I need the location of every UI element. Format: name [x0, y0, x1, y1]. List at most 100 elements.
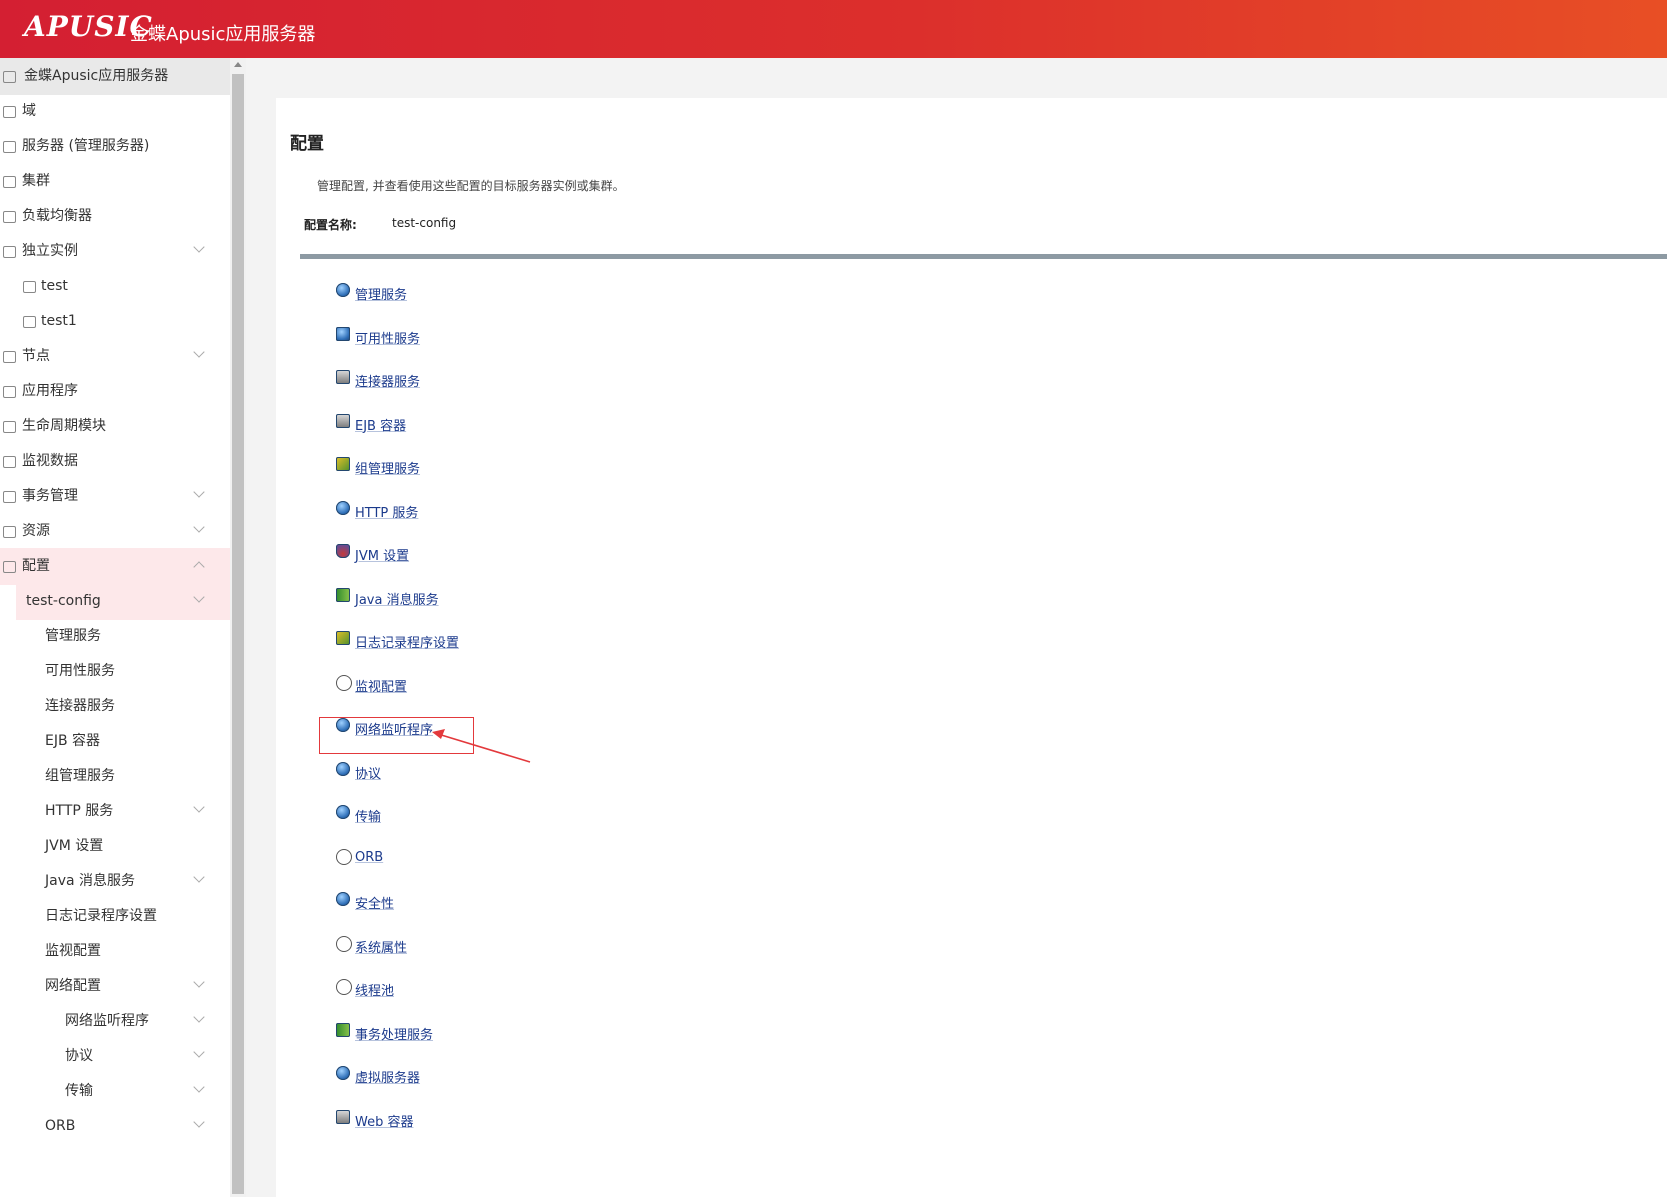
chevron-down-icon[interactable]	[193, 1011, 205, 1023]
sidebar-item[interactable]: 监视数据	[0, 443, 230, 480]
sidebar-item[interactable]: 服务器 (管理服务器)	[0, 128, 230, 165]
config-link-label[interactable]: HTTP 服务	[355, 502, 418, 521]
chevron-down-icon[interactable]	[193, 976, 205, 988]
sidebar-item-label: test-config	[26, 593, 101, 609]
sidebar-scrollbar[interactable]	[230, 58, 246, 1197]
sidebar-item-label: 传输	[65, 1083, 93, 1099]
sidebar-item[interactable]: test1	[0, 303, 230, 340]
sidebar-item-label: HTTP 服务	[45, 803, 114, 819]
server-icon	[3, 71, 16, 83]
chevron-up-icon[interactable]	[193, 561, 205, 573]
sidebar-item[interactable]: ORB	[0, 1108, 230, 1145]
sidebar-item[interactable]: test	[0, 268, 230, 305]
properties-icon	[336, 935, 352, 952]
config-link-label[interactable]: 协议	[355, 763, 381, 782]
config-link-label[interactable]: 系统属性	[355, 937, 407, 956]
sidebar-item[interactable]: 应用程序	[0, 373, 230, 410]
sidebar-item[interactable]: 节点	[0, 338, 230, 375]
sidebar-item-label: 网络配置	[45, 978, 101, 994]
sidebar-item-label: 应用程序	[22, 383, 78, 399]
chevron-down-icon[interactable]	[193, 871, 205, 883]
config-name-label: 配置名称:	[304, 218, 357, 232]
sidebar-item[interactable]: EJB 容器	[0, 723, 230, 760]
sidebar-item[interactable]: 网络监听程序	[0, 1003, 230, 1040]
sidebar-item[interactable]: 传输	[0, 1073, 230, 1110]
sidebar-item[interactable]: 配置	[0, 548, 230, 585]
scroll-thumb[interactable]	[232, 74, 244, 1194]
chevron-down-icon[interactable]	[193, 346, 205, 358]
lifecycle-icon	[3, 421, 16, 433]
sidebar-item-label: 组管理服务	[45, 768, 115, 784]
sidebar-item[interactable]: 域	[0, 93, 230, 130]
config-name-value: test-config	[392, 216, 457, 230]
chevron-down-icon[interactable]	[193, 521, 205, 533]
main-content: 配置 管理配置, 并查看使用这些配置的目标服务器实例或集群。 配置名称: tes…	[276, 98, 1667, 1197]
config-link-label[interactable]: JVM 设置	[355, 545, 409, 564]
config-link-label[interactable]: 管理服务	[355, 284, 407, 303]
app-header: APUSIC 金蝶Apusic应用服务器	[0, 0, 1667, 58]
sidebar-item[interactable]: 资源	[0, 513, 230, 550]
sidebar-item[interactable]: JVM 设置	[0, 828, 230, 865]
sidebar-item[interactable]: 日志记录程序设置	[0, 898, 230, 935]
config-link-label[interactable]: 安全性	[355, 893, 394, 912]
sliders-icon	[3, 561, 16, 573]
sidebar-item[interactable]: 生命周期模块	[0, 408, 230, 445]
server-icon	[3, 141, 16, 153]
sidebar-item[interactable]: 集群	[0, 163, 230, 200]
config-link-label[interactable]: Web 容器	[355, 1111, 413, 1130]
config-link-label[interactable]: 组管理服务	[355, 458, 420, 477]
sidebar-item[interactable]: 监视配置	[0, 933, 230, 970]
config-link-label[interactable]: 日志记录程序设置	[355, 632, 459, 651]
chevron-down-icon[interactable]	[193, 1081, 205, 1093]
sidebar-item-label: 管理服务	[45, 628, 101, 644]
globe-icon	[336, 761, 350, 776]
chevron-down-icon[interactable]	[193, 801, 205, 813]
chevron-down-icon[interactable]	[193, 1046, 205, 1058]
java-cup-icon	[336, 544, 350, 558]
sidebar-item[interactable]: 独立实例	[0, 233, 230, 270]
sidebar-item[interactable]: 负载均衡器	[0, 198, 230, 235]
scroll-up-arrow-icon[interactable]	[234, 62, 242, 67]
chevron-down-icon[interactable]	[193, 591, 205, 603]
sidebar-item-label: 服务器 (管理服务器)	[22, 138, 150, 154]
config-link-label[interactable]: 线程池	[355, 980, 394, 999]
config-link-label[interactable]: 连接器服务	[355, 371, 420, 390]
sidebar-item[interactable]: 可用性服务	[0, 653, 230, 690]
sidebar-item-label: test	[41, 278, 68, 294]
sidebar-item[interactable]: 组管理服务	[0, 758, 230, 795]
sidebar-item[interactable]: test-config	[16, 583, 230, 620]
sidebar-item[interactable]: HTTP 服务	[0, 793, 230, 830]
sidebar-item[interactable]: Java 消息服务	[0, 863, 230, 900]
page-description: 管理配置, 并查看使用这些配置的目标服务器实例或集群。	[317, 179, 625, 193]
instance-icon	[23, 281, 36, 293]
sidebar-item-label: JVM 设置	[45, 838, 104, 854]
sidebar-item[interactable]: 管理服务	[0, 618, 230, 655]
chevron-down-icon[interactable]	[193, 1116, 205, 1128]
sidebar-item[interactable]: 协议	[0, 1038, 230, 1075]
sidebar-item[interactable]: 连接器服务	[0, 688, 230, 725]
sidebar-item-label: 监视数据	[22, 453, 78, 469]
config-link-label[interactable]: 传输	[355, 806, 381, 825]
sidebar-item-label: EJB 容器	[45, 733, 101, 749]
sidebar-item[interactable]: 网络配置	[0, 968, 230, 1005]
config-link-label[interactable]: 监视配置	[355, 676, 407, 695]
sidebar-item-label: 事务管理	[22, 488, 78, 504]
config-link-label[interactable]: EJB 容器	[355, 415, 406, 434]
config-link-label[interactable]: ORB	[355, 850, 383, 865]
sidebar-item-label: Java 消息服务	[45, 873, 136, 889]
chevron-down-icon[interactable]	[193, 486, 205, 498]
sidebar-item-label: 可用性服务	[45, 663, 115, 679]
globe-icon	[3, 106, 16, 118]
globe-icon	[336, 500, 350, 515]
sidebar-item-label: 负载均衡器	[22, 208, 92, 224]
monitor-icon	[3, 456, 16, 468]
container-icon	[336, 413, 350, 428]
config-link-label[interactable]: 可用性服务	[355, 328, 420, 347]
config-link-label[interactable]: Java 消息服务	[355, 589, 439, 608]
sidebar-item[interactable]: 金蝶Apusic应用服务器	[0, 58, 230, 95]
chevron-down-icon[interactable]	[193, 241, 205, 253]
sidebar-item[interactable]: 事务管理	[0, 478, 230, 515]
instance-icon	[23, 316, 36, 328]
config-link-label[interactable]: 事务处理服务	[355, 1024, 433, 1043]
config-link-label[interactable]: 虚拟服务器	[355, 1067, 420, 1086]
